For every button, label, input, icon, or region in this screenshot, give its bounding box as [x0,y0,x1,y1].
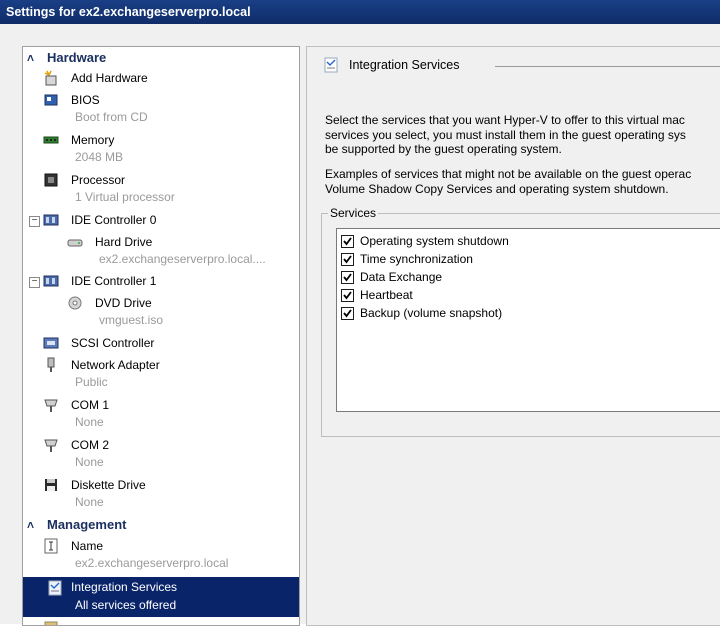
checkbox[interactable] [341,235,354,248]
tree-item-bios[interactable]: BIOS [43,91,293,109]
network-adapter-icon [43,357,59,373]
tree-item-detail: ex2.exchangeserverpro.local [75,556,229,570]
examples-line: Examples of services that might not be a… [325,167,692,181]
collapse-toggle-ide1[interactable]: − [29,277,40,288]
description-line: be supported by the guest operating syst… [325,142,562,156]
tree-item-label: COM 1 [71,398,110,412]
checkbox[interactable] [341,271,354,284]
tree-item-label: Add Hardware [71,71,148,85]
snapshot-icon [43,620,59,625]
tree-item-partial[interactable] [43,619,293,625]
tree-item-detail: ex2.exchangeserverpro.local.... [99,252,266,266]
description-text: Select the services that you want Hyper-… [325,113,720,157]
section-header-hardware[interactable]: ˄ Hardware [23,49,299,67]
tree-item-detail: 1 Virtual processor [75,190,175,204]
tree-item-com2[interactable]: COM 2 [43,436,293,454]
details-pane: Integration Services Select the services… [306,46,720,626]
examples-line: Volume Shadow Copy Services and operatin… [325,181,669,196]
tree-item-network-adapter[interactable]: Network Adapter [43,356,293,374]
collapse-icon[interactable]: ˄ [27,516,34,534]
tree-item-integration-services[interactable]: Integration Services All services offere… [23,577,299,617]
controller-icon [43,273,59,289]
section-title-management: Management [47,517,127,532]
scsi-controller-icon [43,335,59,351]
settings-tree[interactable]: ˄ Hardware Add Hardware BIOS Boot from C… [22,46,300,626]
tree-item-label: Integration Services [71,580,178,594]
details-title: Integration Services [349,58,460,72]
header-divider [495,66,720,67]
services-legend: Services [328,206,379,220]
service-label: Time synchronization [360,252,473,266]
checkbox[interactable] [341,307,354,320]
tree-item-memory[interactable]: Memory [43,131,293,149]
name-icon [43,538,59,554]
tree-item-label: Hard Drive [95,235,153,249]
tree-item-add-hardware[interactable]: Add Hardware [43,69,293,87]
details-header: Integration Services [323,55,720,75]
integration-services-icon [47,580,63,596]
controller-icon [43,212,59,228]
checkbox[interactable] [341,253,354,266]
examples-text: Examples of services that might not be a… [325,167,720,196]
bios-icon [43,92,59,108]
service-label: Backup (volume snapshot) [360,306,503,320]
tree-item-ide-controller-1[interactable]: IDE Controller 1 [43,272,293,290]
services-list[interactable]: Operating system shutdown Time synchroni… [336,228,720,412]
tree-item-label: IDE Controller 0 [71,213,157,227]
tree-item-detail: Public [75,375,108,389]
description-line: services you select, you must install th… [325,127,686,142]
tree-item-dvd-drive[interactable]: DVD Drive [67,294,297,312]
tree-item-detail: Boot from CD [75,110,148,124]
tree-item-label: Processor [71,173,126,187]
tree-item-label: BIOS [71,93,100,107]
service-label: Heartbeat [360,288,413,302]
tree-item-detail: vmguest.iso [99,313,164,327]
tree-item-label: DVD Drive [95,296,152,310]
add-hardware-icon [43,70,59,86]
section-title-hardware: Hardware [47,50,107,65]
tree-item-processor[interactable]: Processor [43,171,293,189]
tree-item-detail: None [75,495,104,509]
settings-dialog: ˄ Hardware Add Hardware BIOS Boot from C… [0,24,720,626]
tree-item-label: IDE Controller 1 [71,274,157,288]
service-label: Operating system shutdown [360,234,509,248]
tree-item-detail: 2048 MB [75,150,124,164]
collapse-toggle-ide0[interactable]: − [29,216,40,227]
processor-icon [43,172,59,188]
tree-item-ide-controller-0[interactable]: IDE Controller 0 [43,211,293,229]
tree-item-label: Name [71,539,104,553]
tree-item-scsi-controller[interactable]: SCSI Controller [43,334,293,352]
tree-item-diskette-drive[interactable]: Diskette Drive [43,476,293,494]
section-header-management[interactable]: ˄ Management [23,516,299,534]
diskette-icon [43,477,59,493]
tree-item-detail: None [75,415,104,429]
description-line: Select the services that you want Hyper-… [325,113,685,127]
window-title: Settings for ex2.exchangeserverpro.local [0,0,720,24]
hard-drive-icon [67,234,83,250]
tree-item-com1[interactable]: COM 1 [43,396,293,414]
tree-item-detail: None [75,455,104,469]
tree-item-label: SCSI Controller [71,336,155,350]
tree-item-label: Network Adapter [71,358,160,372]
collapse-icon[interactable]: ˄ [27,49,34,67]
tree-item-label: Diskette Drive [71,478,146,492]
serial-port-icon [43,397,59,413]
services-group: Services Operating system shutdown Time … [321,206,720,437]
serial-port-icon [43,437,59,453]
service-label: Data Exchange [360,270,443,284]
dvd-icon [67,295,83,311]
memory-icon [43,132,59,148]
integration-services-icon [323,57,339,73]
tree-item-hard-drive[interactable]: Hard Drive [67,233,297,251]
checkbox[interactable] [341,289,354,302]
tree-item-detail: All services offered [75,598,177,612]
tree-item-label: COM 2 [71,438,110,452]
tree-item-name[interactable]: Name [43,537,293,555]
tree-item-label: Memory [71,133,115,147]
